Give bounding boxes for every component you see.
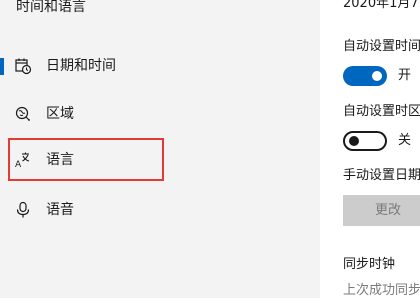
- auto-timezone-state: 关: [398, 133, 412, 148]
- calendar-clock-icon: [14, 57, 32, 75]
- section-title: 时间和语言: [16, 0, 86, 15]
- toggle-knob: [372, 71, 382, 81]
- sidebar-item-label: 语音: [46, 202, 74, 218]
- last-sync-text: 上次成功同步: [343, 283, 420, 298]
- auto-timezone-label: 自动设置时区: [343, 104, 420, 119]
- manual-date-label: 手动设置日期: [343, 168, 420, 183]
- auto-time-label: 自动设置时间: [343, 39, 420, 54]
- sidebar-item-label: 日期和时间: [46, 58, 116, 74]
- sync-clock-label: 同步时钟: [343, 257, 396, 272]
- sidebar-item-label: 区域: [46, 106, 74, 122]
- change-button[interactable]: 更改: [343, 195, 420, 226]
- sidebar-item-date-time[interactable]: 日期和时间: [0, 46, 320, 86]
- microphone-icon: [14, 201, 32, 219]
- current-date-text: 2020年1月7日: [343, 0, 420, 11]
- date-time-panel: 2020年1月7日 自动设置时间 开 自动设置时区 关 手动设置日期 更改 同步…: [320, 0, 420, 298]
- sidebar-item-speech[interactable]: 语音: [0, 190, 320, 230]
- auto-time-state: 开: [398, 68, 412, 83]
- auto-time-toggle[interactable]: [343, 66, 387, 86]
- globe-region-icon: [14, 105, 32, 123]
- settings-sidebar: 时间和语言 日期和时间 区域 A 语言 语音: [0, 0, 320, 298]
- language-highlight-box: [8, 138, 164, 181]
- sidebar-item-region[interactable]: 区域: [0, 94, 320, 134]
- auto-timezone-toggle[interactable]: [343, 131, 387, 151]
- selected-indicator: [0, 58, 4, 75]
- toggle-knob: [349, 136, 359, 146]
